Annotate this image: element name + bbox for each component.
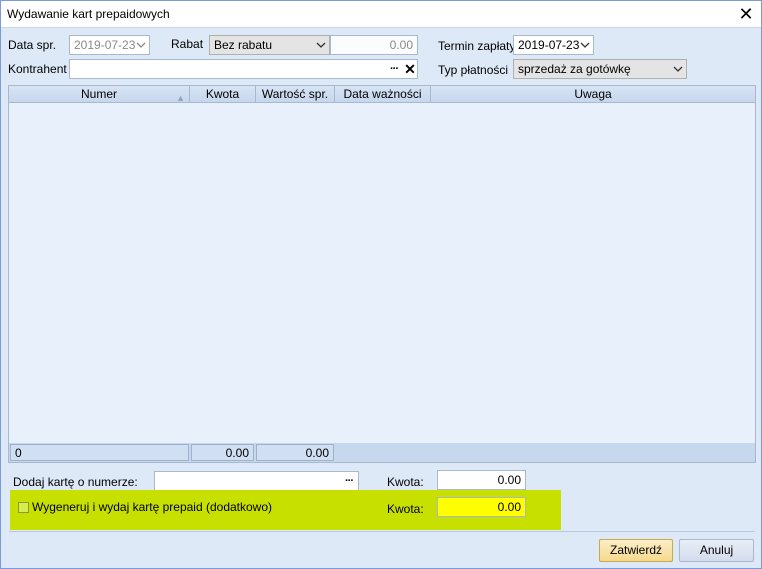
- generate-card-label[interactable]: Wygeneruj i wydaj kartę prepaid (dodatko…: [32, 500, 272, 514]
- dodaj-karte-browse-button[interactable]: ···: [341, 472, 357, 490]
- column-header-uwaga[interactable]: Uwaga: [431, 86, 755, 103]
- termin-zaplaty-value: 2019-07-23: [518, 38, 580, 52]
- kontrahent-clear-icon[interactable]: ✕: [403, 60, 417, 78]
- column-header-numer[interactable]: Numer ▲: [9, 86, 190, 103]
- typ-platnosci-label: Typ płatności: [438, 63, 509, 77]
- column-header-kwota[interactable]: Kwota: [190, 86, 256, 103]
- chevron-down-icon: [136, 42, 146, 48]
- dodaj-karte-label: Dodaj kartę o numerze:: [13, 475, 138, 489]
- divider: [9, 531, 755, 532]
- kwota-generated-label: Kwota:: [387, 502, 424, 516]
- kontrahent-label: Kontrahent: [8, 62, 67, 76]
- footer-count: 0: [10, 444, 189, 461]
- title-bar: Wydawanie kart prepaidowych ✕: [1, 1, 761, 28]
- kwota-field[interactable]: 0.00: [437, 470, 526, 490]
- cancel-button[interactable]: Anuluj: [679, 539, 754, 562]
- chevron-down-icon: [580, 42, 590, 48]
- column-header-data-waznosci[interactable]: Data ważności: [335, 86, 431, 103]
- rabat-select[interactable]: Bez rabatu: [209, 35, 330, 55]
- rabat-label: Rabat: [171, 37, 204, 51]
- data-spr-datepicker[interactable]: 2019-07-23: [69, 35, 150, 55]
- dialog-window: Wydawanie kart prepaidowych ✕ Data spr. …: [0, 0, 762, 569]
- confirm-button-label: Zatwierdź: [609, 543, 662, 557]
- column-header-label: Numer: [80, 87, 117, 101]
- grid-body[interactable]: [9, 103, 755, 441]
- footer-wartosc-sum: 0.00: [256, 444, 334, 461]
- cards-grid[interactable]: Numer ▲ Kwota Wartość spr. Data ważności…: [8, 85, 756, 463]
- footer-kwota-sum: 0.00: [191, 444, 254, 461]
- generate-card-checkbox[interactable]: [18, 502, 29, 513]
- termin-zaplaty-datepicker[interactable]: 2019-07-23: [513, 35, 594, 55]
- rabat-value: Bez rabatu: [214, 38, 273, 52]
- chevron-down-icon: [316, 42, 326, 48]
- close-icon[interactable]: ✕: [731, 1, 761, 28]
- data-spr-value: 2019-07-23: [74, 38, 136, 52]
- grid-footer: 0 0.00 0.00: [9, 443, 755, 462]
- termin-zaplaty-label: Termin zapłaty: [438, 39, 516, 53]
- generate-card-panel: Wygeneruj i wydaj kartę prepaid (dodatko…: [10, 490, 561, 530]
- cancel-button-label: Anuluj: [699, 543, 734, 557]
- typ-platnosci-value: sprzedaż za gotówkę: [518, 62, 631, 76]
- dodaj-karte-field[interactable]: [154, 471, 359, 491]
- kwota-label: Kwota:: [387, 475, 424, 489]
- kontrahent-field[interactable]: [69, 59, 418, 79]
- window-title: Wydawanie kart prepaidowych: [7, 7, 170, 21]
- column-header-wartosc-spr[interactable]: Wartość spr.: [256, 86, 335, 103]
- rabat-amount-field[interactable]: 0.00: [330, 35, 418, 55]
- grid-header: Numer ▲ Kwota Wartość spr. Data ważności…: [9, 86, 755, 103]
- confirm-button[interactable]: Zatwierdź: [599, 539, 673, 562]
- kontrahent-browse-button[interactable]: ···: [386, 60, 402, 78]
- data-spr-label: Data spr.: [8, 38, 57, 52]
- kwota-generated-field[interactable]: 0.00: [437, 497, 526, 517]
- chevron-down-icon: [673, 66, 683, 72]
- typ-platnosci-select[interactable]: sprzedaż za gotówkę: [513, 59, 687, 79]
